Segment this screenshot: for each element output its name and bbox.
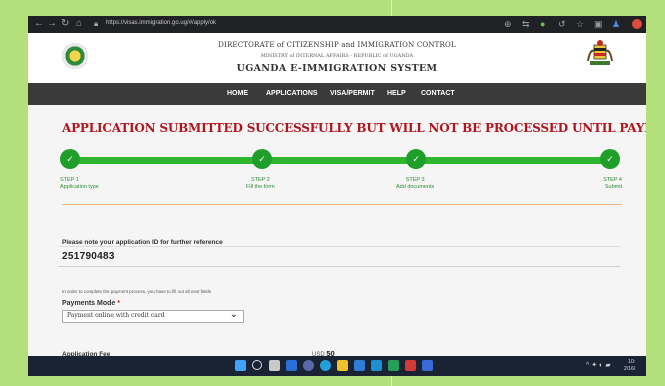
page-content: APPLICATION SUBMITTED SUCCESSFULLY BUT W…	[28, 105, 646, 358]
payment-mode-label: Payments Mode *	[62, 300, 120, 307]
page-title: APPLICATION SUBMITTED SUCCESSFULLY BUT W…	[62, 121, 646, 135]
application-id-divider	[58, 266, 620, 267]
nav-home[interactable]: HOME	[227, 90, 248, 97]
translate-icon[interactable]: ⇆	[522, 18, 530, 30]
step-4-check-icon: ✓	[600, 149, 620, 169]
store-icon[interactable]	[354, 360, 365, 371]
mail-icon[interactable]	[371, 360, 382, 371]
system-tray[interactable]: ^ ✦ ◐ ▰	[586, 361, 611, 369]
search-icon[interactable]	[252, 360, 262, 370]
reload-icon[interactable]: ↻	[61, 18, 69, 30]
os-taskbar: ^ ✦ ◐ ▰ 10: 2/16/	[28, 356, 646, 376]
section-divider	[62, 204, 622, 205]
step-3-check-icon: ✓	[406, 149, 426, 169]
application-id-panel	[58, 246, 620, 265]
home-icon[interactable]: ⌂	[76, 18, 82, 30]
chat-icon[interactable]	[303, 360, 314, 371]
nav-help[interactable]: HELP	[387, 90, 406, 97]
progress-bar	[70, 157, 618, 164]
nav-contact[interactable]: CONTACT	[421, 90, 455, 97]
step-3-label: STEP 3 Add documents	[396, 177, 435, 190]
start-icon[interactable]	[235, 360, 246, 371]
payment-mode-value: Payment online with credit card	[67, 312, 165, 319]
nav-applications[interactable]: APPLICATIONS	[266, 90, 318, 97]
app-icon[interactable]	[388, 360, 399, 371]
screenshot-frame: ← → ↻ ⌂ 🔒︎ https://visas.immigration.go.…	[28, 16, 646, 376]
step-1-label: STEP 1 Application type	[60, 177, 99, 190]
browser-toolbar: ← → ↻ ⌂ 🔒︎ https://visas.immigration.go.…	[28, 16, 646, 33]
avatar[interactable]	[632, 19, 642, 29]
extension-icon[interactable]: ●	[540, 18, 545, 30]
payment-instructions: In order to complete the payment process…	[62, 289, 212, 294]
address-bar[interactable]: https://visas.immigration.go.ug/#/apply/…	[106, 20, 216, 26]
file-explorer-icon[interactable]	[337, 360, 348, 371]
clock[interactable]: 10: 2/16/	[624, 359, 635, 373]
zoom-icon[interactable]: ⊕	[504, 18, 512, 30]
required-asterisk: *	[117, 300, 120, 307]
application-id-note: Please note your application ID for furt…	[62, 239, 223, 246]
payment-mode-select[interactable]: Payment online with credit card ⌄	[62, 309, 244, 323]
task-view-icon[interactable]	[269, 360, 280, 371]
chevron-down-icon: ⌄	[229, 309, 238, 320]
lock-icon: 🔒︎	[94, 19, 99, 28]
header-system-title: UGANDA E-IMMIGRATION SYSTEM	[236, 63, 438, 74]
forward-icon[interactable]: →	[47, 18, 57, 30]
refresh-icon[interactable]: ↺	[558, 18, 566, 30]
collections-icon[interactable]: ▣	[594, 18, 603, 30]
uganda-emblem-logo	[587, 40, 613, 65]
main-navigation: HOME APPLICATIONS VISA/PERMIT HELP CONTA…	[28, 83, 646, 105]
back-icon[interactable]: ←	[34, 18, 44, 30]
edge-icon[interactable]	[320, 360, 331, 371]
office-icon[interactable]	[405, 360, 416, 371]
step-4-label: STEP 4 Submit	[603, 177, 622, 190]
photos-icon[interactable]	[422, 360, 433, 371]
nav-visa-permit[interactable]: VISA/PERMIT	[330, 90, 375, 97]
step-1-check-icon: ✓	[60, 149, 80, 169]
favorites-icon[interactable]: ☆	[576, 18, 584, 30]
header-directorate: DIRECTORATE of CITIZENSHIP and IMMIGRATI…	[218, 41, 456, 49]
profile-menu-icon[interactable]: ♟	[612, 18, 620, 30]
step-2-label: STEP 2 Fill the form	[246, 177, 275, 190]
application-id-value: 251790483	[62, 251, 115, 262]
widgets-icon[interactable]	[286, 360, 297, 371]
header-ministry: MINISTRY of INTERNAL AFFAIRS - REPUBLIC …	[260, 53, 414, 59]
step-2-check-icon: ✓	[252, 149, 272, 169]
